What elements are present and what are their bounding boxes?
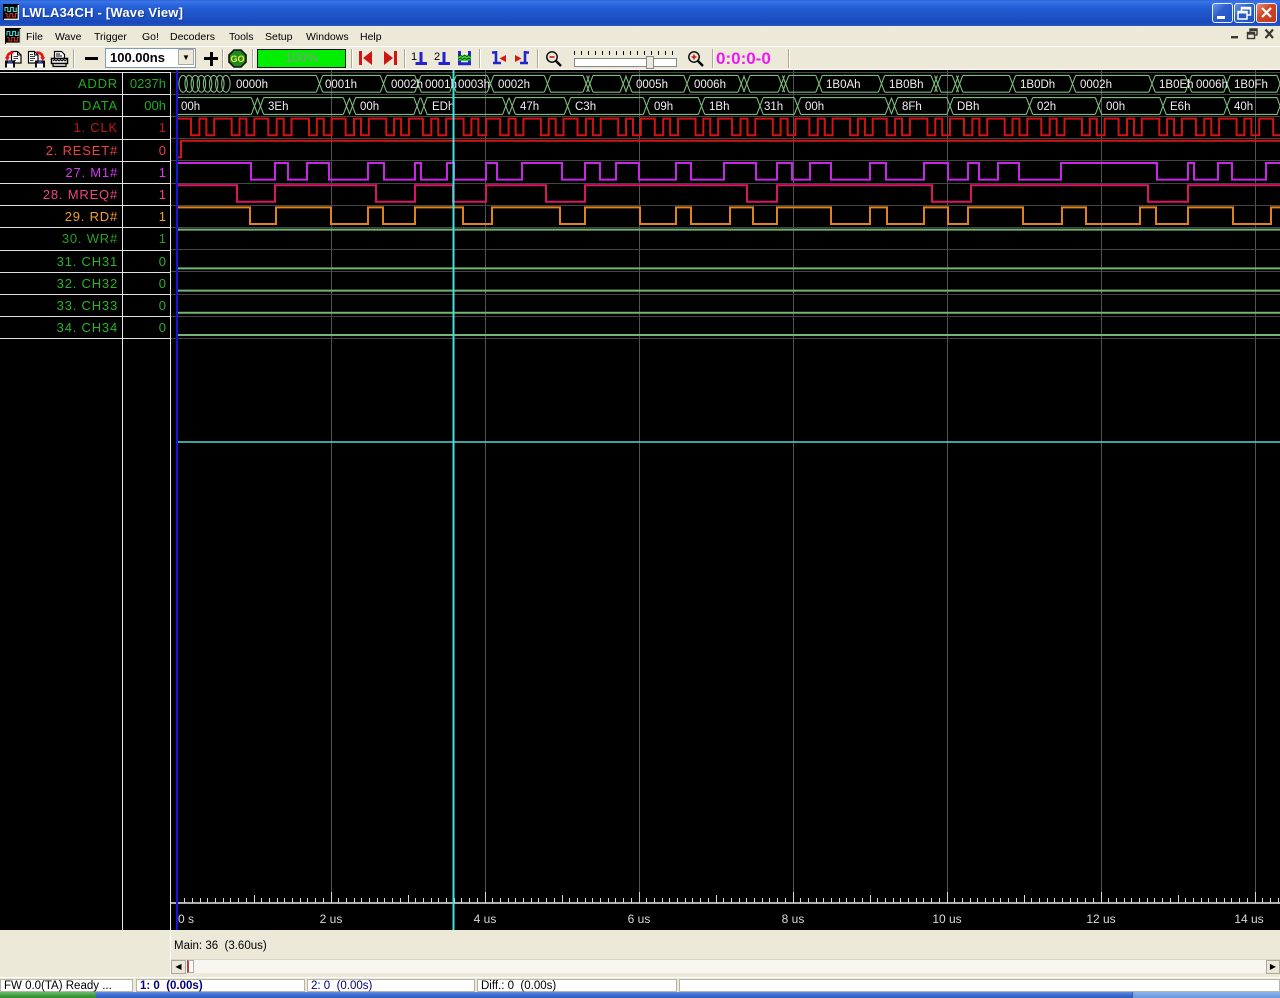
svg-text:40h: 40h <box>1234 101 1253 113</box>
svg-text:8Fh: 8Fh <box>902 101 922 113</box>
svg-text:0006h: 0006h <box>1196 79 1228 91</box>
svg-text:2: 2 <box>434 51 440 63</box>
svg-text:00h: 00h <box>181 101 200 113</box>
svg-text:14 us: 14 us <box>1234 912 1263 926</box>
svg-text:E6h: E6h <box>1170 101 1190 113</box>
svg-text:1: 1 <box>411 51 417 63</box>
svg-text:3Eh: 3Eh <box>268 101 288 113</box>
svg-text:12 us: 12 us <box>1086 912 1115 926</box>
svg-text:1Bh: 1Bh <box>709 101 729 113</box>
svg-text:0003h: 0003h <box>458 79 490 91</box>
svg-text:4 us: 4 us <box>474 912 497 926</box>
svg-text:0002h: 0002h <box>1080 79 1112 91</box>
svg-text:6 us: 6 us <box>628 912 651 926</box>
svg-text:0002h: 0002h <box>498 79 530 91</box>
svg-text:10 us: 10 us <box>932 912 961 926</box>
svg-text:00h: 00h <box>805 101 824 113</box>
svg-text:0002h: 0002h <box>391 79 423 91</box>
svg-text:C3h: C3h <box>575 101 596 113</box>
svg-text:0 s: 0 s <box>178 912 194 926</box>
svg-text:0001h: 0001h <box>325 79 357 91</box>
svg-text:1B0Dh: 1B0Dh <box>1020 79 1055 91</box>
svg-text:31h: 31h <box>764 101 783 113</box>
svg-text:00h: 00h <box>360 101 379 113</box>
svg-text:0000h: 0000h <box>236 79 268 91</box>
svg-text:2 us: 2 us <box>320 912 343 926</box>
svg-text:0001h: 0001h <box>425 79 457 91</box>
svg-text:09h: 09h <box>654 101 673 113</box>
svg-text:1B0Bh: 1B0Bh <box>889 79 924 91</box>
svg-text:1B0Fh: 1B0Fh <box>1234 79 1268 91</box>
svg-text:GO: GO <box>230 54 244 64</box>
svg-text:DBh: DBh <box>957 101 979 113</box>
svg-text:02h: 02h <box>1037 101 1056 113</box>
svg-text:0006h: 0006h <box>694 79 726 91</box>
svg-text:EDh: EDh <box>432 101 454 113</box>
svg-text:00h: 00h <box>1106 101 1125 113</box>
svg-text:1B0Ah: 1B0Ah <box>826 79 861 91</box>
svg-text:47h: 47h <box>520 101 539 113</box>
svg-text:1B0Eh: 1B0Eh <box>1159 79 1194 91</box>
svg-text:0005h: 0005h <box>636 79 668 91</box>
svg-text:8 us: 8 us <box>782 912 805 926</box>
